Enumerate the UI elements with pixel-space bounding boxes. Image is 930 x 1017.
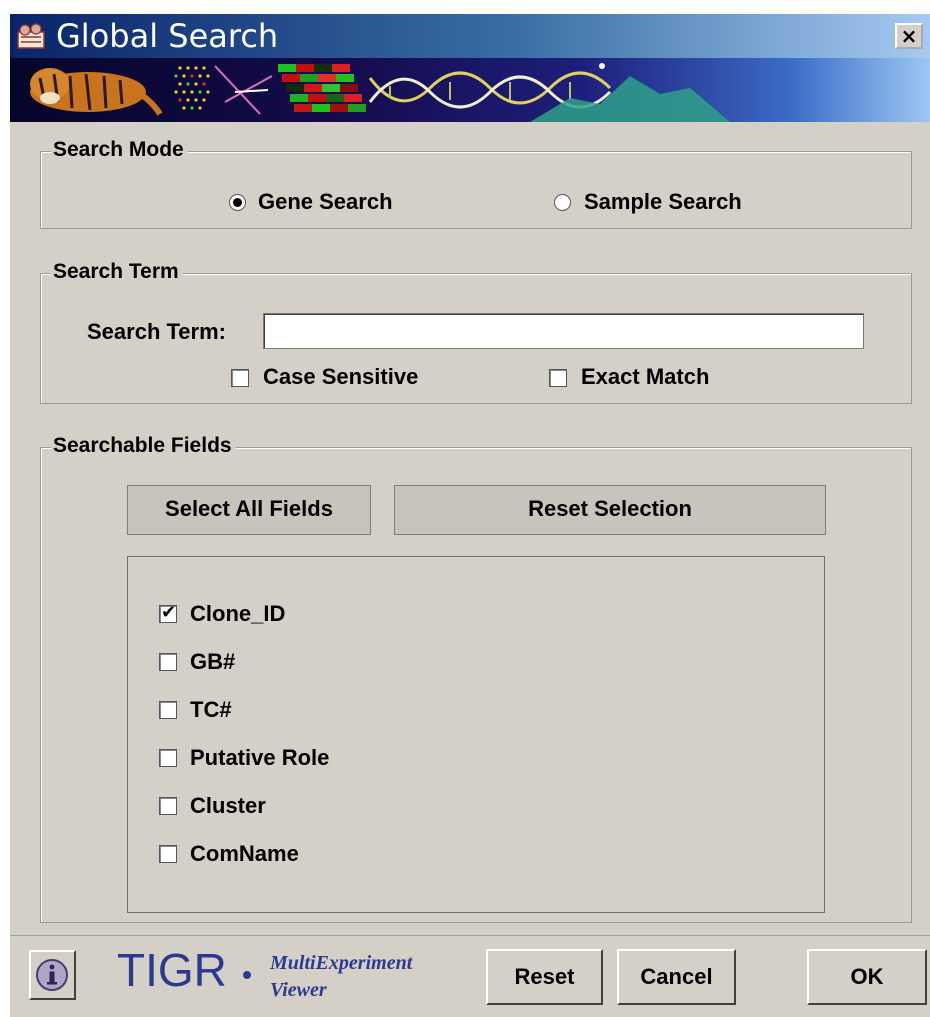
search-term-label: Search Term: [87,319,226,344]
search-term-input[interactable] [263,313,864,349]
clone-id-label[interactable]: Clone_ID [190,601,285,627]
app-icon [17,23,45,49]
checkmark-icon: ✔ [161,602,177,623]
tiger-image [30,68,163,116]
list-item[interactable]: TC# [156,697,456,725]
gene-search-radio[interactable] [229,194,246,211]
heatmap-image [278,64,366,112]
footer-separator [10,935,930,936]
search-mode-group: Search Mode Gene Search Sample Search [40,136,912,229]
searchable-fields-legend: Searchable Fields [51,432,236,460]
reset-selection-button[interactable]: Reset Selection [394,485,826,535]
reset-button[interactable]: Reset [486,949,603,1005]
putative-role-checkbox[interactable] [159,749,177,767]
tc-checkbox[interactable] [159,701,177,719]
header-banner [10,58,930,122]
close-button[interactable]: × [895,23,923,49]
select-all-fields-button[interactable]: Select All Fields [127,485,371,535]
list-item[interactable]: Putative Role [156,745,456,773]
list-item[interactable]: ✔ Clone_ID [156,601,456,629]
search-mode-legend: Search Mode [51,136,188,164]
info-icon [36,959,68,991]
network-lines [214,65,273,115]
ok-button[interactable]: OK [807,949,927,1005]
exact-match-label[interactable]: Exact Match [581,364,709,390]
gb-checkbox[interactable] [159,653,177,671]
global-search-dialog: Global Search × Search Mode Gene Search … [10,14,930,1017]
cancel-button[interactable]: Cancel [617,949,736,1005]
star-dot [599,63,605,69]
tc-label[interactable]: TC# [190,697,232,723]
list-item[interactable]: Cluster [156,793,456,821]
case-sensitive-checkbox[interactable] [231,369,249,387]
comname-label[interactable]: ComName [190,841,299,867]
radio-selected-dot [233,198,242,207]
sample-search-radio[interactable] [554,194,571,211]
title-bar[interactable]: Global Search × [10,14,930,58]
info-button[interactable] [29,950,76,1000]
cluster-checkbox[interactable] [159,797,177,815]
tigr-logo-text: TIGR [117,944,227,996]
window-title: Global Search [56,17,279,55]
comname-checkbox[interactable] [159,845,177,863]
sample-search-label[interactable]: Sample Search [584,189,742,215]
putative-role-label[interactable]: Putative Role [190,745,329,771]
banner-artwork [30,63,730,122]
searchable-fields-group: Searchable Fields Select All Fields Rese… [40,432,912,923]
logo-dot [243,971,251,979]
gene-search-label[interactable]: Gene Search [258,189,393,215]
logo-subtitle-line2: Viewer [270,979,327,1001]
cluster-label[interactable]: Cluster [190,793,266,819]
exact-match-checkbox[interactable] [549,369,567,387]
logo-subtitle-line1: MultiExperiment [270,952,413,974]
gb-label[interactable]: GB# [190,649,235,675]
case-sensitive-label[interactable]: Case Sensitive [263,364,418,390]
search-term-legend: Search Term [51,258,183,286]
fields-list[interactable]: ✔ Clone_ID GB# TC# Putative Role Cluster [127,556,825,913]
microarray-dots [174,66,210,110]
list-item[interactable]: ComName [156,841,456,869]
list-item[interactable]: GB# [156,649,456,677]
clone-id-checkbox[interactable]: ✔ [159,602,177,623]
search-term-group: Search Term Search Term: Case Sensitive … [40,258,912,404]
